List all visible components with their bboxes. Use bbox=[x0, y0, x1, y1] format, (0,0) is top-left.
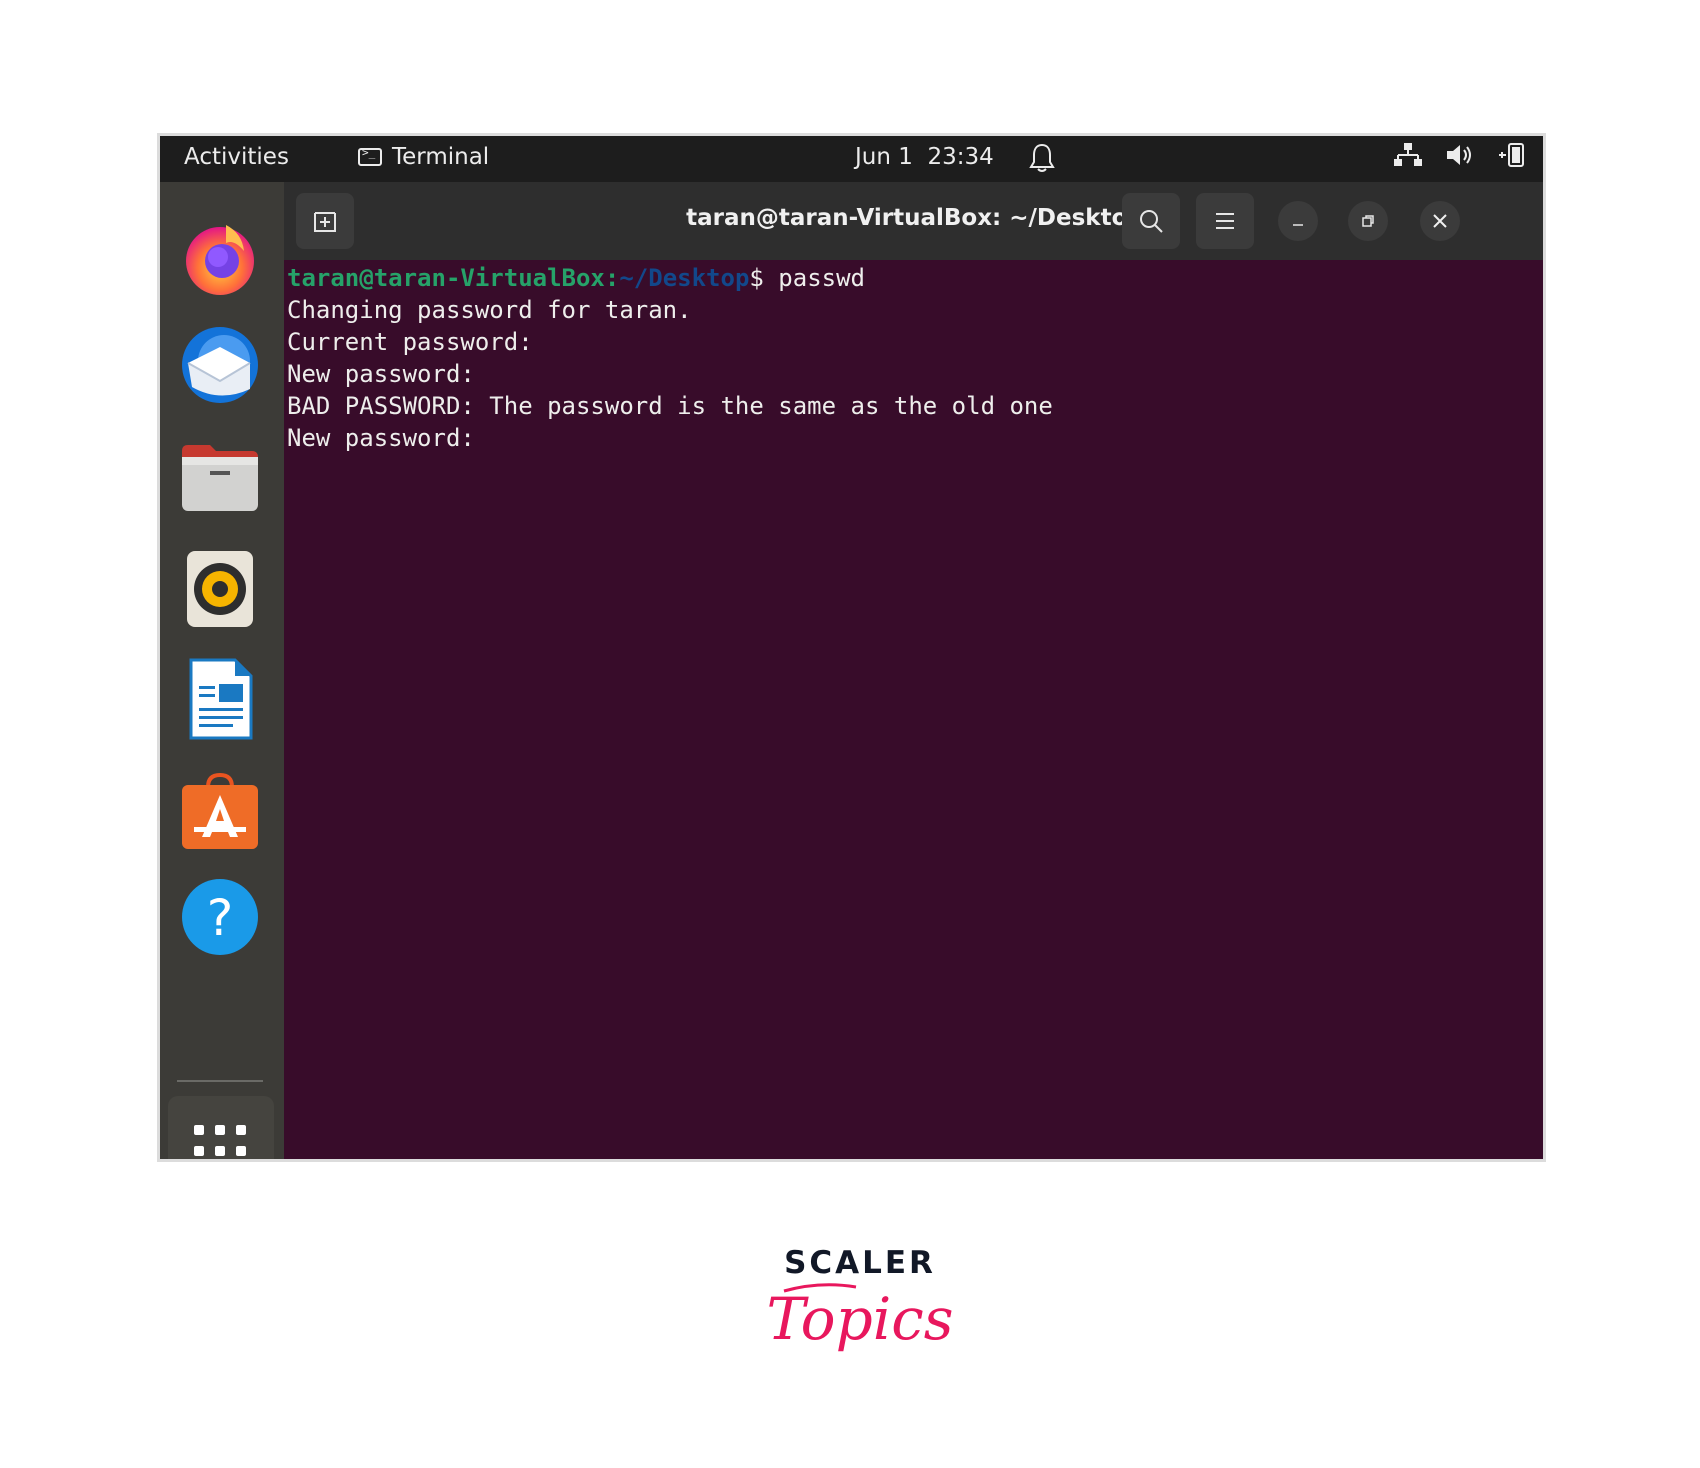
clock[interactable]: Jun 1 23:34 bbox=[855, 144, 994, 170]
volume-icon bbox=[1447, 145, 1471, 165]
clock-time: 23:34 bbox=[927, 144, 994, 170]
output-line: Current password: bbox=[287, 328, 533, 356]
files-launcher[interactable] bbox=[177, 434, 263, 520]
notification-bell-icon[interactable] bbox=[1028, 142, 1056, 174]
libreoffice-writer-icon bbox=[189, 658, 253, 740]
app-name: Terminal bbox=[392, 144, 490, 170]
firefox-launcher[interactable] bbox=[177, 214, 263, 300]
output-line: New password: bbox=[287, 424, 475, 452]
terminal-icon bbox=[358, 146, 382, 166]
rhythmbox-icon bbox=[187, 551, 253, 627]
firefox-icon bbox=[186, 225, 254, 295]
minimize-button[interactable] bbox=[1278, 201, 1318, 241]
search-icon bbox=[1140, 210, 1163, 233]
writer-launcher[interactable] bbox=[177, 656, 263, 742]
terminal-headerbar: taran@taran-VirtualBox: ~/Desktop bbox=[284, 182, 1543, 260]
app-menu[interactable]: Terminal bbox=[358, 144, 489, 170]
scaler-topics-logo: SCALER Topics bbox=[760, 1245, 960, 1375]
output-line: Changing password for taran. bbox=[287, 296, 692, 324]
prompt-symbol: $ bbox=[749, 264, 779, 292]
activities-button[interactable]: Activities bbox=[184, 144, 289, 170]
show-apps-icon bbox=[194, 1125, 246, 1156]
desktop-screen: Activities Terminal Jun 1 23:34 bbox=[157, 133, 1546, 1162]
show-apps-button[interactable] bbox=[177, 1118, 263, 1159]
help-launcher[interactable]: ? bbox=[177, 874, 263, 960]
restore-icon bbox=[1362, 215, 1374, 227]
logo-brand: SCALER bbox=[784, 1245, 936, 1281]
output-line: BAD PASSWORD: The password is the same a… bbox=[287, 392, 1053, 420]
command-text: passwd bbox=[778, 264, 865, 292]
terminal-window: taran@taran-VirtualBox: ~/Desktop taran@… bbox=[284, 182, 1543, 1159]
menu-button[interactable] bbox=[1196, 193, 1254, 249]
help-icon: ? bbox=[182, 879, 258, 955]
network-icon bbox=[1394, 143, 1422, 166]
software-launcher[interactable] bbox=[177, 768, 263, 854]
software-center-icon bbox=[182, 772, 258, 849]
dock: ? bbox=[160, 182, 284, 1159]
close-icon bbox=[1433, 214, 1447, 228]
output-line: New password: bbox=[287, 360, 475, 388]
prompt-separator: : bbox=[604, 264, 620, 292]
maximize-button[interactable] bbox=[1348, 201, 1388, 241]
system-tray[interactable] bbox=[1393, 142, 1527, 168]
close-button[interactable] bbox=[1420, 201, 1460, 241]
prompt-user: taran@taran-VirtualBox bbox=[287, 264, 605, 292]
prompt-line: taran@taran-VirtualBox:~/Desktop$ passwd bbox=[287, 262, 1543, 294]
search-button[interactable] bbox=[1122, 193, 1180, 249]
terminal-output[interactable]: taran@taran-VirtualBox:~/Desktop$ passwd… bbox=[287, 262, 1543, 1159]
svg-text:?: ? bbox=[207, 889, 234, 947]
minimize-icon bbox=[1293, 224, 1303, 226]
dock-separator bbox=[177, 1080, 263, 1082]
hamburger-menu-icon bbox=[1216, 213, 1234, 229]
top-bar: Activities Terminal Jun 1 23:34 bbox=[160, 136, 1543, 182]
files-icon bbox=[182, 445, 258, 511]
power-icon bbox=[1499, 143, 1524, 167]
thunderbird-launcher[interactable] bbox=[177, 322, 263, 408]
thunderbird-icon bbox=[182, 327, 258, 403]
clock-date: Jun 1 bbox=[855, 144, 913, 170]
logo-topics-script: Topics bbox=[766, 1283, 954, 1353]
logo-sub: Topics bbox=[766, 1285, 953, 1353]
rhythmbox-launcher[interactable] bbox=[177, 546, 263, 632]
prompt-path: ~/Desktop bbox=[619, 264, 750, 292]
